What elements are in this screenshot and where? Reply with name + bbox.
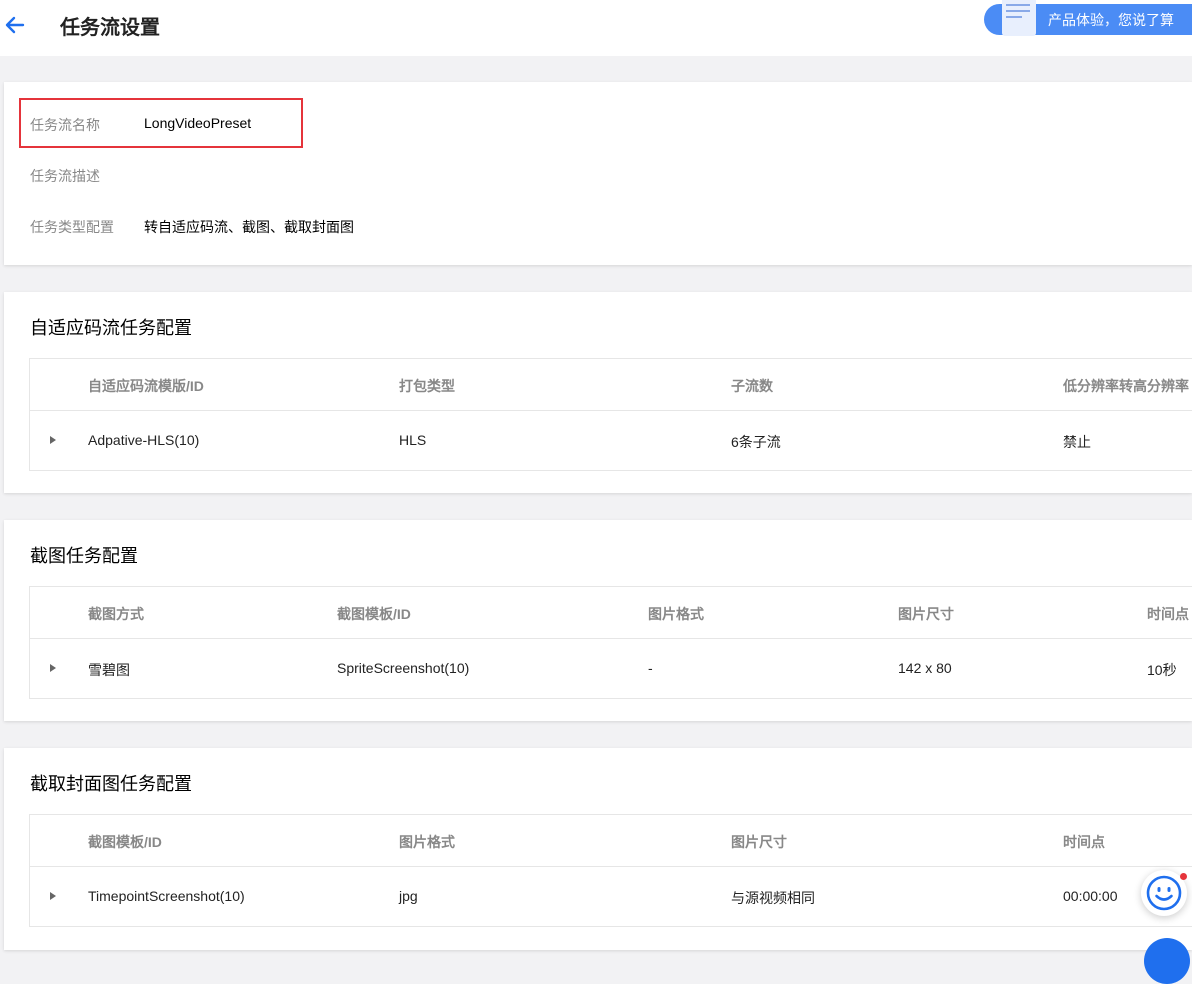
table-cell: 142 x 80 [898,660,952,676]
top-bar: 任务流设置 产品体验，您说了算 [0,0,1192,56]
snapshot-table: 截图方式 截图模板/ID 图片格式 图片尺寸 时间点 雪碧图 SpriteScr… [29,586,1192,699]
adaptive-stream-card: 自适应码流任务配置 自适应码流模版/ID 打包类型 子流数 低分辨率转高分辨率 … [4,292,1192,493]
section-title: 截图任务配置 [30,546,138,566]
table-cell: HLS [399,432,427,448]
expand-caret-icon[interactable] [50,664,56,672]
expand-caret-icon[interactable] [50,436,56,444]
column-header: 图片尺寸 [731,834,787,850]
column-header: 图片尺寸 [898,606,954,622]
floating-action-button[interactable] [1144,938,1190,984]
column-header: 低分辨率转高分辨率 [1063,378,1189,394]
page-title: 任务流设置 [60,17,160,39]
workflow-name-value: LongVideoPreset [144,115,252,131]
section-title: 截取封面图任务配置 [30,774,192,794]
column-header: 截图模板/ID [337,606,411,622]
back-arrow-icon[interactable] [4,14,26,36]
table-row[interactable]: 雪碧图 SpriteScreenshot(10) - 142 x 80 10秒 [30,639,1192,698]
table-cell: 雪碧图 [88,662,130,678]
table-row[interactable]: TimepointScreenshot(10) jpg 与源视频相同 00:00… [30,867,1192,926]
workflow-type-label: 任务类型配置 [30,219,114,235]
table-cell: TimepointScreenshot(10) [88,888,245,904]
section-title: 自适应码流任务配置 [30,318,192,338]
column-header: 截图方式 [88,606,144,622]
table-cell: jpg [399,888,418,904]
expand-caret-icon[interactable] [50,892,56,900]
column-header: 时间点 [1063,834,1105,850]
cover-card: 截取封面图任务配置 截图模板/ID 图片格式 图片尺寸 时间点 Timepoin… [4,748,1192,950]
table-cell: 禁止 [1063,434,1091,450]
cover-table: 截图模板/ID 图片格式 图片尺寸 时间点 TimepointScreensho… [29,814,1192,927]
workflow-name-label: 任务流名称 [30,117,100,133]
notification-dot [1180,873,1187,880]
snapshot-card: 截图任务配置 截图方式 截图模板/ID 图片格式 图片尺寸 时间点 雪碧图 Sp… [4,520,1192,721]
column-header: 自适应码流模版/ID [88,378,204,394]
table-cell: 与源视频相同 [731,890,815,906]
feedback-button-label[interactable]: 产品体验，您说了算 [1048,10,1174,30]
table-cell: SpriteScreenshot(10) [337,660,470,676]
column-header: 截图模板/ID [88,834,162,850]
column-header: 时间点 [1147,606,1189,622]
adaptive-table: 自适应码流模版/ID 打包类型 子流数 低分辨率转高分辨率 Adpative-H… [29,358,1192,471]
column-header: 子流数 [731,378,773,394]
workflow-desc-label: 任务流描述 [30,168,100,184]
table-header: 截图模板/ID 图片格式 图片尺寸 时间点 [30,815,1192,867]
table-header: 自适应码流模版/ID 打包类型 子流数 低分辨率转高分辨率 [30,359,1192,411]
workflow-type-value: 转自适应码流、截图、截取封面图 [144,219,354,235]
table-cell: 00:00:00 [1063,888,1118,904]
table-cell: Adpative-HLS(10) [88,432,200,448]
column-header: 打包类型 [399,378,455,394]
table-cell: - [648,660,653,676]
workflow-info-card: 任务流名称 LongVideoPreset 任务流描述 任务类型配置 转自适应码… [4,82,1192,265]
column-header: 图片格式 [399,834,455,850]
table-row[interactable]: Adpative-HLS(10) HLS 6条子流 禁止 [30,411,1192,470]
table-header: 截图方式 截图模板/ID 图片格式 图片尺寸 时间点 [30,587,1192,639]
table-cell: 6条子流 [731,434,781,450]
document-icon [1002,0,1036,36]
column-header: 图片格式 [648,606,704,622]
table-cell: 10秒 [1147,662,1177,678]
